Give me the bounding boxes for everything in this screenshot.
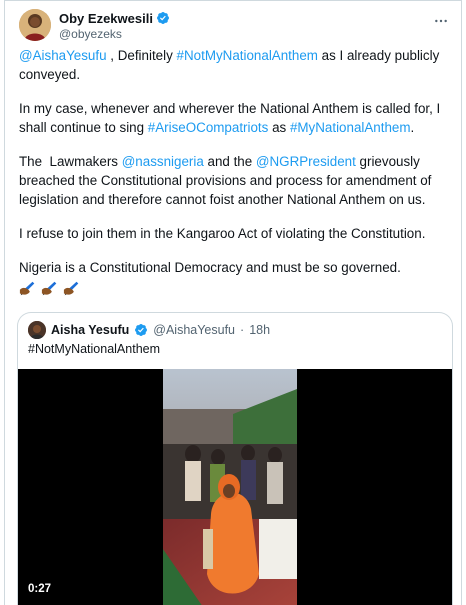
quoted-tweet[interactable]: Aisha Yesufu @AishaYesufu · 18h #NotMyNa…: [17, 312, 453, 605]
quoted-tweet-text: #NotMyNationalAnthem: [28, 342, 161, 356]
mention-link[interactable]: @AishaYesufu: [19, 48, 107, 63]
tweet-paragraph-3: The Lawmakers @nassnigeria and the @NGRP…: [19, 152, 453, 209]
mention-link[interactable]: @nassnigeria: [122, 154, 204, 169]
text-segment: and the: [203, 154, 256, 169]
quoted-author-name: Aisha Yesufu: [51, 323, 130, 337]
hashtag-link[interactable]: #NotMyNationalAnthem: [177, 48, 318, 63]
meta-separator: ·: [240, 323, 245, 337]
tweet-paragraph-5: Nigeria is a Constitutional Democracy an…: [19, 260, 401, 275]
writing-hand-emoji: [19, 281, 35, 296]
text-segment: The Lawmakers: [19, 154, 122, 169]
text-segment: as: [268, 120, 290, 135]
writing-hand-emoji: [41, 281, 57, 296]
tweet-card[interactable]: Oby Ezekwesili @obyezeks @AishaYesufu , …: [4, 0, 462, 605]
tweet-header: Oby Ezekwesili @obyezeks: [19, 7, 451, 45]
text-segment: .: [410, 120, 415, 135]
video-duration: 0:27: [28, 583, 52, 595]
text-segment: , Definitely: [106, 48, 177, 63]
writing-hand-emoji: [63, 281, 79, 296]
more-options-icon[interactable]: [431, 11, 451, 31]
quoted-author-handle: @AishaYesufu: [153, 323, 236, 337]
author-avatar[interactable]: [19, 9, 51, 41]
hashtag-link[interactable]: #AriseOCompatriots: [148, 120, 269, 135]
video-thumbnail: [163, 369, 297, 605]
avatar-photo: [19, 9, 51, 41]
verified-badge-icon: [156, 12, 169, 24]
hashtag-link[interactable]: #MyNationalAnthem: [290, 120, 411, 135]
tweet-paragraph-4: I refuse to join them in the Kangaroo Ac…: [19, 226, 426, 241]
author-names: Oby Ezekwesili @obyezeks: [59, 10, 170, 41]
quoted-timestamp: 18h: [249, 323, 271, 337]
author-name[interactable]: Oby Ezekwesili: [59, 11, 153, 26]
video-player[interactable]: 0:27: [18, 369, 452, 605]
tweet-paragraph-2: In my case, whenever and wherever the Na…: [19, 99, 453, 137]
quoted-author-avatar: [28, 321, 46, 339]
tweet-text: @AishaYesufu , Definitely #NotMyNational…: [19, 46, 453, 299]
author-handle[interactable]: @obyezeks: [59, 27, 170, 41]
verified-badge-icon: [135, 324, 148, 336]
tweet-paragraph-1: @AishaYesufu , Definitely #NotMyNational…: [19, 46, 453, 84]
mention-link[interactable]: @NGRPresident: [256, 154, 356, 169]
emoji-row: [19, 279, 453, 299]
quoted-tweet-header: Aisha Yesufu @AishaYesufu · 18h: [28, 321, 270, 339]
